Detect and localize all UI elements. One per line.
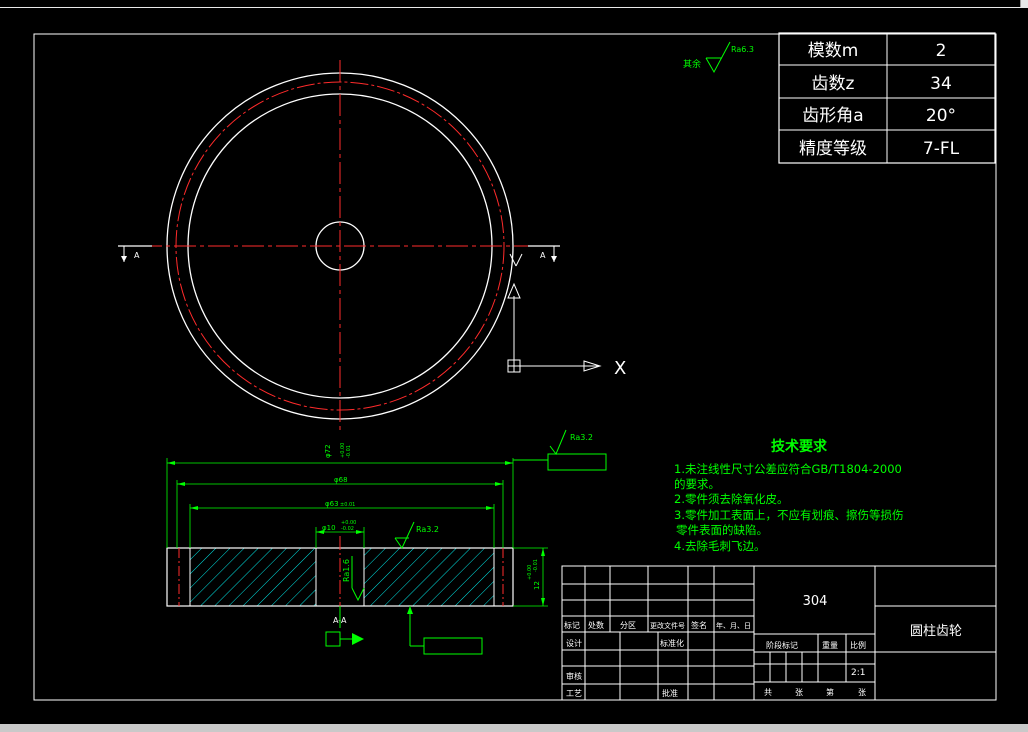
header-label: 更改文件号 [650,621,685,630]
section-letter-left: A [134,251,140,260]
label-review: 审核 [566,671,582,681]
dim-inner-tol: ±0.01 [340,502,355,508]
param-value-teeth: 34 [930,74,952,94]
roughness-general-value: Ra6.3 [731,45,754,54]
dim-width-tol-lower: -0.01 [533,559,539,572]
title-part-name: 圆柱齿轮 [910,624,962,639]
ucs-x-label: X [614,358,626,379]
section-marker-left: A [118,245,152,262]
header-label: 签名 [691,620,707,630]
roughness-face-symbol: Ra3.2 [394,521,439,549]
tech-note-line: 4.去除毛刺飞边。 [674,539,765,553]
header-label: 标记 [564,620,580,630]
technical-requirements: 技术要求 1.未注线性尺寸公差应符合GB/T1804-2000 的要求。 2.零… [674,438,903,553]
roughness-bore-value: Ra1.6 [342,559,351,582]
label-process: 工艺 [566,689,582,698]
tech-note-line: 3.零件加工表面上，不应有划痕、擦伤等损伤 [674,508,903,522]
dim-width: 12 [533,581,541,590]
tech-notes-title: 技术要求 [771,438,828,455]
hatch-right [364,548,494,606]
label-number: 第 [826,687,834,697]
tolerance-frame [407,606,483,655]
dim-outer-tol-lower: -0.01 [346,445,352,458]
section-letter-right: A [540,251,546,260]
param-label-teeth: 齿数z [812,74,855,94]
header-label: 年、月、日 [716,621,751,630]
hatch-left [190,548,316,606]
tech-note-line: 零件表面的缺陷。 [676,523,768,537]
ucs-icon: X [507,253,626,379]
general-roughness-symbol: 其余 Ra6.3 [683,41,754,74]
label-approve: 批准 [662,688,678,698]
label-scale: 比例 [850,640,866,650]
label-stage-mark: 阶段标记 [766,640,798,650]
dim-bore: φ10 [322,524,336,532]
header-label: 处数 [588,620,604,630]
roughness-leader-symbol: Ra3.2 [513,429,607,471]
title-material: 304 [803,594,828,609]
window-bottom-edge [0,724,1028,732]
label-sheets: 张 [795,688,803,697]
gear-parameter-table: 模数m 2 齿数z 34 齿形角a 20° 精度等级 7-FL [778,32,996,164]
tech-note-line: 的要求。 [674,477,720,491]
section-marker-right: A [528,245,560,262]
param-label-angle: 齿形角a [802,106,863,126]
section-view [166,536,514,618]
cad-drawing-canvas[interactable]: A A X 其余 Ra6.3 模数m 2 齿数z 34 齿形角a 20° 精度等… [0,0,1028,724]
tech-note-line: 1.未注线性尺寸公差应符合GB/T1804-2000 [674,462,902,476]
drawing-frame [33,33,997,701]
dim-inner: φ63 [325,500,339,508]
label-design: 设计 [566,638,582,648]
roughness-leader-value: Ra3.2 [570,433,593,442]
label-sheet: 张 [858,688,866,697]
roughness-face-value: Ra3.2 [416,525,439,534]
dim-middle: φ68 [334,476,348,484]
param-value-module: 2 [936,41,947,61]
roughness-bore-symbol: Ra1.6 [342,556,365,602]
datum-symbol: A-A [325,606,364,647]
roughness-general-prefix: 其余 [683,58,701,70]
label-standardization: 标准化 [660,638,684,648]
label-total: 共 [764,688,772,697]
dim-bore-tol-lower: -0.02 [341,526,354,532]
label-weight: 重量 [822,640,838,650]
param-label-module: 模数m [808,41,859,61]
param-value-grade: 7-FL [923,139,960,159]
tech-note-line: 2.零件须去除氧化皮。 [674,492,788,506]
param-value-angle: 20° [926,106,956,126]
param-label-grade: 精度等级 [799,139,867,159]
gear-top-view [140,60,528,432]
header-label: 分区 [620,621,636,630]
dim-outer: φ72 [324,444,332,458]
value-scale: 2:1 [851,668,865,678]
